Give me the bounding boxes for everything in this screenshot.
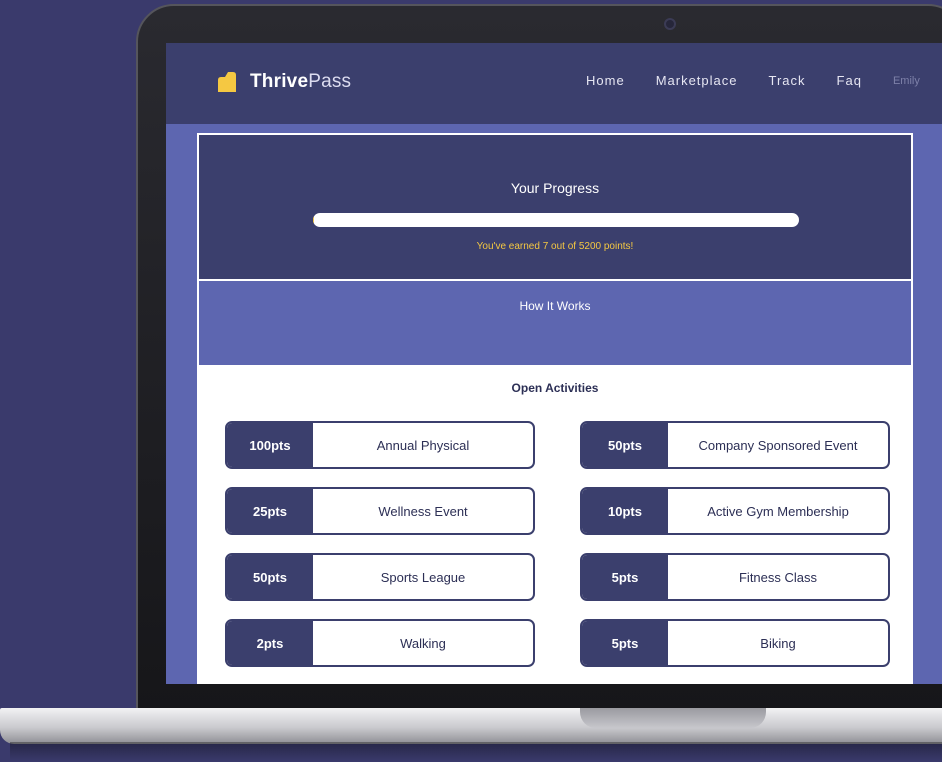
activity-name: Sports League: [380, 569, 466, 585]
activity-points: 5pts: [582, 621, 668, 665]
nav-track[interactable]: Track: [769, 73, 806, 88]
activity-name: Annual Physical: [376, 437, 470, 453]
brand-logo[interactable]: ThrivePass: [216, 71, 351, 93]
activity-card[interactable]: 25pts Wellness Event: [225, 487, 535, 535]
content-panel: Your Progress You've earned 7 out of 520…: [197, 133, 913, 684]
thrivepass-logo-icon: [218, 72, 236, 92]
laptop-shadow: [10, 742, 942, 762]
progress-message: You've earned 7 out of 5200 points!: [476, 241, 634, 252]
activity-name: Active Gym Membership: [707, 503, 849, 519]
activity-card[interactable]: 5pts Biking: [580, 619, 890, 667]
activity-card[interactable]: 5pts Fitness Class: [580, 553, 890, 601]
activity-name: Biking: [760, 635, 796, 651]
how-it-works-title[interactable]: How It Works: [199, 299, 911, 313]
camera-icon: [664, 18, 676, 30]
activity-name: Fitness Class: [738, 569, 818, 585]
user-menu[interactable]: Emily: [893, 75, 920, 88]
activity-points: 50pts: [227, 555, 313, 599]
activity-points: 2pts: [227, 621, 313, 665]
activity-card[interactable]: 10pts Active Gym Membership: [580, 487, 890, 535]
nav-marketplace[interactable]: Marketplace: [656, 73, 738, 88]
activity-name: Walking: [400, 635, 446, 651]
open-activities-title: Open Activities: [511, 381, 599, 395]
main-nav: Home Marketplace Track Faq Emily: [586, 73, 920, 88]
progress-section: Your Progress You've earned 7 out of 520…: [199, 135, 911, 281]
activity-points: 50pts: [582, 423, 668, 467]
brand-name: ThrivePass: [250, 71, 351, 93]
progress-bar-fill: [313, 213, 314, 227]
activity-points: 10pts: [582, 489, 668, 533]
activity-card[interactable]: 50pts Company Sponsored Event: [580, 421, 890, 469]
open-activities-section: Open Activities 100pts Annual Physical 2…: [199, 365, 911, 684]
activity-name: Wellness Event: [378, 503, 468, 519]
app-screen: ThrivePass Home Marketplace Track Faq Em…: [166, 43, 942, 684]
laptop-base-notch: [580, 708, 766, 728]
activity-name: Company Sponsored Event: [698, 437, 858, 453]
how-it-works-section: How It Works: [199, 281, 911, 365]
brand-name-bold: Thrive: [250, 71, 309, 92]
progress-bar: [313, 213, 799, 227]
activity-card[interactable]: 100pts Annual Physical: [225, 421, 535, 469]
top-navbar: ThrivePass Home Marketplace Track Faq Em…: [166, 43, 942, 124]
nav-home[interactable]: Home: [586, 73, 625, 88]
brand-name-light: Pass: [308, 71, 352, 92]
laptop-base: [0, 708, 942, 744]
activity-points: 5pts: [582, 555, 668, 599]
nav-faq[interactable]: Faq: [837, 73, 862, 88]
activity-points: 25pts: [227, 489, 313, 533]
progress-title: Your Progress: [510, 180, 600, 196]
activity-card[interactable]: 2pts Walking: [225, 619, 535, 667]
activity-points: 100pts: [227, 423, 313, 467]
activity-card[interactable]: 50pts Sports League: [225, 553, 535, 601]
